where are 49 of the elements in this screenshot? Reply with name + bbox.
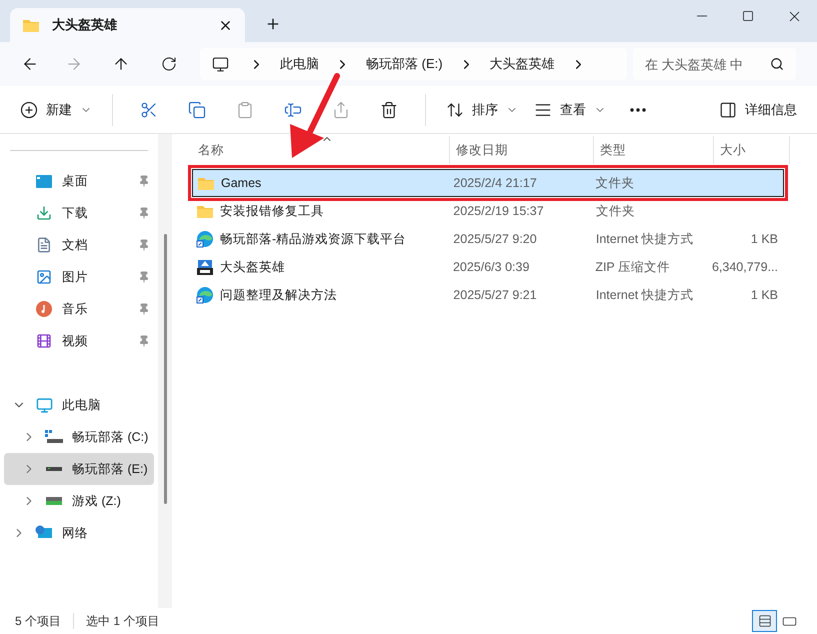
modified-date: 2025/5/27 9:21 <box>453 288 537 302</box>
breadcrumb-item[interactable]: 大头盔英雄 <box>490 54 555 74</box>
file-size: 6,340,779... <box>712 258 778 276</box>
file-size: 1 KB <box>750 286 778 304</box>
file-name: 安装报错修复工具 <box>220 202 324 220</box>
quick-access-item[interactable]: 音乐 <box>0 293 158 325</box>
window-tab[interactable]: 大头盔英雄 <box>10 8 245 42</box>
breadcrumb-item[interactable]: 此电脑 <box>280 54 319 74</box>
toolbar-menu-button[interactable]: 排序 <box>438 94 526 126</box>
file-type: ZIP 压缩文件 <box>595 260 670 274</box>
details-button[interactable]: 详细信息 <box>711 94 805 126</box>
modified-date: 2025/2/4 21:17 <box>453 176 537 190</box>
search-field[interactable]: 在 大头盔英雄 中 <box>633 48 796 80</box>
quick-access-item[interactable]: 下载 <box>0 197 158 229</box>
nav-tree-item[interactable]: 网络 <box>4 517 154 549</box>
file-name: 问题整理及解决方法 <box>220 286 337 304</box>
file-name: Games <box>221 174 262 192</box>
status-text: 选中 1 个项目 <box>86 613 160 630</box>
address-bar[interactable]: 此电脑 畅玩部落 (E:) 大头盔英雄 <box>200 48 627 80</box>
column-header[interactable]: 类型 <box>594 136 714 164</box>
quick-access-item[interactable]: 文档 <box>0 229 158 261</box>
status-text: 5 个项目 <box>15 613 62 630</box>
toolbar-menu-button[interactable]: 新建 <box>12 94 100 126</box>
quick-access-item[interactable]: 视频 <box>0 325 158 357</box>
file-row[interactable]: 畅玩部落-精品游戏资源下载平台 2025/5/27 9:20 Internet 快捷方式 1 KB <box>192 225 784 253</box>
quick-access-item[interactable]: 图片 <box>0 261 158 293</box>
file-row[interactable]: 大头盔英雄 2025/6/3 0:39 ZIP 压缩文件 6,340,779... <box>192 253 784 281</box>
column-header[interactable]: 修改日期 <box>450 136 594 164</box>
modified-date: 2025/6/3 0:39 <box>452 260 530 274</box>
toolbar-menu-button[interactable]: 查看 <box>526 94 614 126</box>
window-title: 大头盔英雄 <box>52 16 118 34</box>
nav-tree-item[interactable]: 畅玩部落 (C:) <box>4 421 154 453</box>
modified-date: 2025/5/27 9:20 <box>453 232 537 246</box>
file-row[interactable]: 安装报错修复工具 2025/2/19 15:37 文件夹 <box>192 197 784 225</box>
file-type: 文件夹 <box>596 204 635 218</box>
nav-tree-item[interactable]: 畅玩部落 (E:) <box>4 453 154 485</box>
file-name: 畅玩部落-精品游戏资源下载平台 <box>220 230 406 248</box>
file-row[interactable]: 问题整理及解决方法 2025/5/27 9:21 Internet 快捷方式 1 KB <box>192 281 784 309</box>
file-type: 文件夹 <box>595 176 634 190</box>
nav-tree-item[interactable]: 游戏 (Z:) <box>4 485 154 517</box>
column-header[interactable]: 大小 <box>714 136 790 164</box>
nav-tree-item[interactable]: 此电脑 <box>4 389 154 421</box>
file-name: 大头盔英雄 <box>220 258 285 276</box>
file-size: 1 KB <box>750 230 778 248</box>
breadcrumb-item[interactable]: 畅玩部落 (E:) <box>366 54 443 74</box>
file-type: Internet 快捷方式 <box>596 288 694 302</box>
modified-date: 2025/2/19 15:37 <box>453 204 544 218</box>
file-type: Internet 快捷方式 <box>596 232 694 246</box>
quick-access-item[interactable]: 桌面 <box>0 165 158 197</box>
